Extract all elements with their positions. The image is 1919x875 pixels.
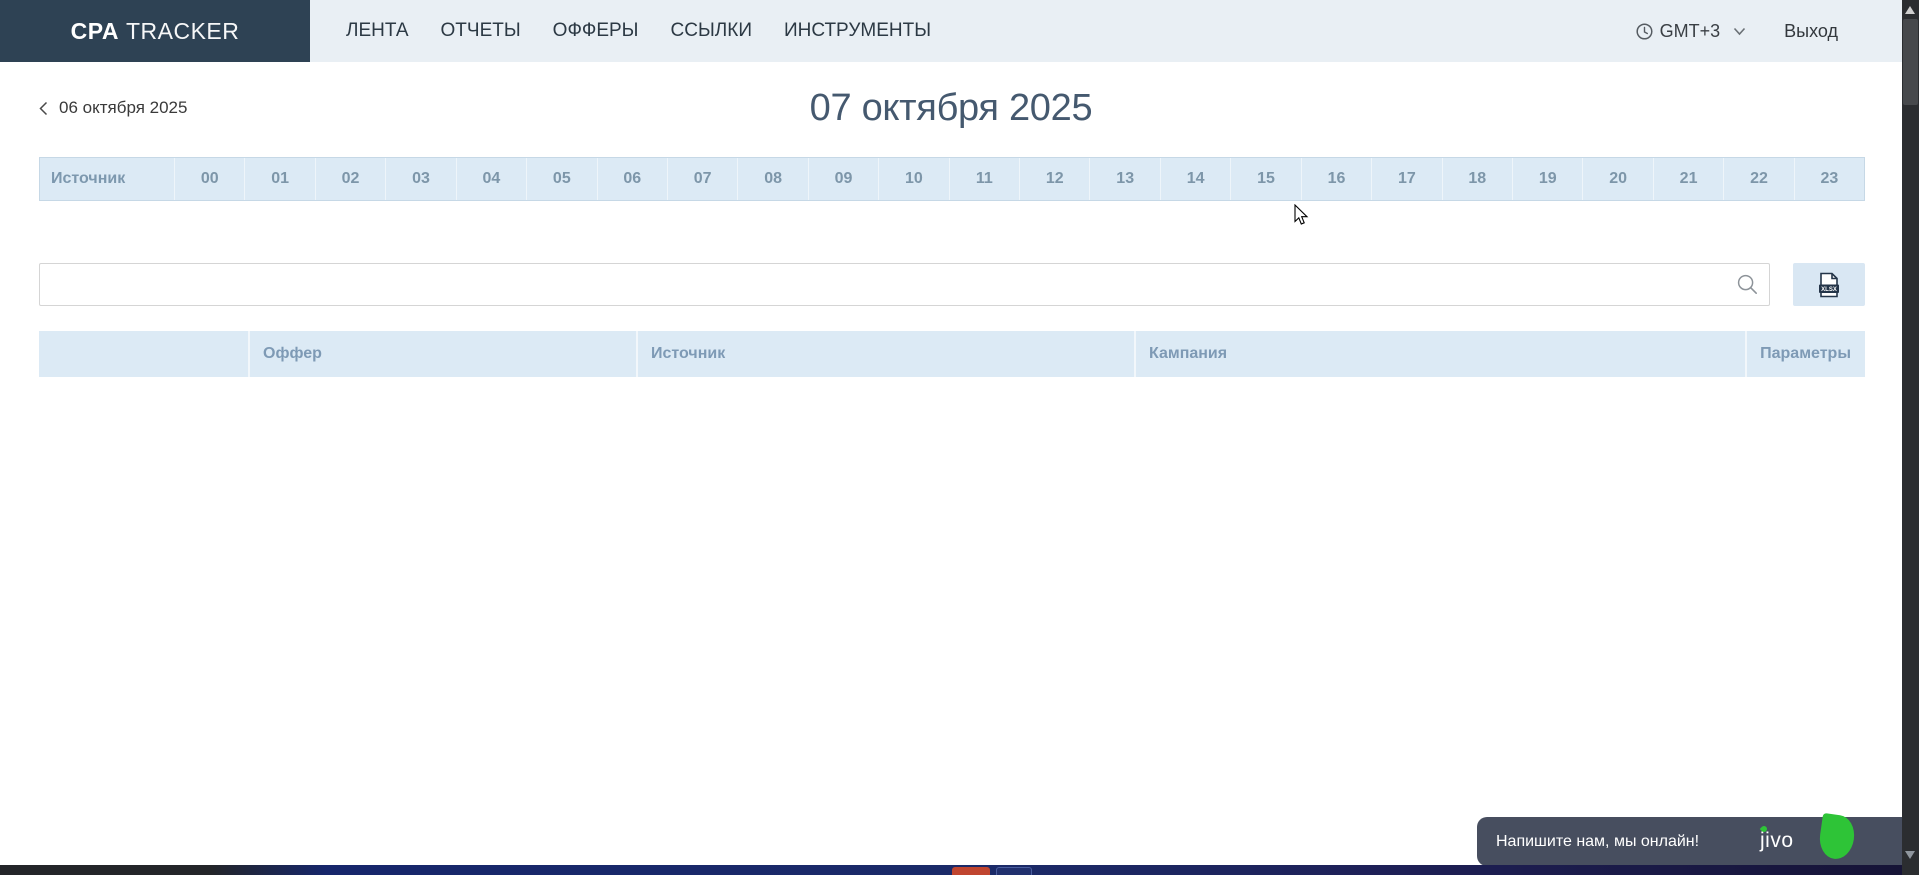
hourly-stats-header: Источник 0001020304050607080910111213141… <box>39 157 1865 201</box>
jivo-logo: jivo <box>1760 829 1794 853</box>
hour-column-23: 23 <box>1794 158 1864 200</box>
xlsx-export-button[interactable]: XLSX <box>1793 263 1865 306</box>
mouse-cursor <box>1294 204 1309 226</box>
chat-message: Напишите нам, мы онлайн! <box>1496 833 1699 851</box>
hour-column-05: 05 <box>526 158 596 200</box>
jivo-leaf-icon <box>1817 813 1857 861</box>
date-navigation: 06 октября 2025 07 октября 2025 <box>0 82 1902 134</box>
search-icon[interactable] <box>1737 274 1758 295</box>
hour-column-20: 20 <box>1582 158 1652 200</box>
hour-column-17: 17 <box>1371 158 1441 200</box>
hour-column-06: 06 <box>597 158 667 200</box>
hour-column-21: 21 <box>1653 158 1723 200</box>
nav-item-instrumenty[interactable]: ИНСТРУМЕНТЫ <box>784 20 931 42</box>
column-header-offer: Оффер <box>248 331 636 377</box>
hour-column-12: 12 <box>1019 158 1089 200</box>
page-title: 07 октября 2025 <box>0 82 1902 134</box>
timezone-label: GMT+3 <box>1660 21 1721 42</box>
column-header-source: Источник <box>636 331 1134 377</box>
hour-column-04: 04 <box>456 158 526 200</box>
nav-item-lenta[interactable]: ЛЕНТА <box>346 20 409 42</box>
browser-scrollbar[interactable] <box>1902 0 1919 875</box>
hour-column-14: 14 <box>1160 158 1230 200</box>
bottom-page-strip <box>0 865 1919 875</box>
hour-column-00: 00 <box>174 158 244 200</box>
hour-column-15: 15 <box>1230 158 1300 200</box>
hour-column-10: 10 <box>878 158 948 200</box>
search-bar <box>39 263 1770 306</box>
app-logo[interactable]: CPA TRACKER <box>0 0 310 62</box>
column-header-row-label <box>39 331 248 377</box>
hidden-outline-button-sliver <box>996 867 1032 875</box>
hour-column-07: 07 <box>667 158 737 200</box>
search-input[interactable] <box>39 263 1770 306</box>
scroll-down-arrow-icon[interactable] <box>1905 851 1915 859</box>
nav-item-offery[interactable]: ОФФЕРЫ <box>553 20 639 42</box>
source-column-label: Источник <box>40 158 174 200</box>
hour-column-13: 13 <box>1089 158 1159 200</box>
chevron-down-icon <box>1733 27 1746 36</box>
hour-column-11: 11 <box>949 158 1019 200</box>
hour-column-03: 03 <box>385 158 455 200</box>
scrollbar-thumb[interactable] <box>1903 19 1918 105</box>
logo-text-rest: TRACKER <box>126 18 239 45</box>
nav-item-otchety[interactable]: ОТЧЕТЫ <box>441 20 521 42</box>
column-header-params: Параметры <box>1745 331 1865 377</box>
logo-text-bold: CPA <box>71 18 119 45</box>
jivo-chat-widget[interactable]: Напишите нам, мы онлайн! jivo <box>1477 817 1902 866</box>
hour-column-19: 19 <box>1512 158 1582 200</box>
hour-column-22: 22 <box>1723 158 1793 200</box>
hour-column-18: 18 <box>1442 158 1512 200</box>
hour-column-16: 16 <box>1301 158 1371 200</box>
results-table-header: ОфферИсточникКампанияПараметры <box>39 331 1865 377</box>
hour-column-02: 02 <box>315 158 385 200</box>
column-header-campaign: Кампания <box>1134 331 1745 377</box>
main-menu: ЛЕНТА ОТЧЕТЫ ОФФЕРЫ ССЫЛКИ ИНСТРУМЕНТЫ <box>346 0 931 62</box>
hidden-red-button-sliver <box>952 867 990 875</box>
svg-text:XLSX: XLSX <box>1821 287 1837 293</box>
hour-column-09: 09 <box>808 158 878 200</box>
timezone-selector[interactable]: GMT+3 <box>1636 21 1747 42</box>
scroll-up-arrow-icon[interactable] <box>1905 6 1915 14</box>
clock-icon <box>1636 23 1653 40</box>
logout-button[interactable]: Выход <box>1784 21 1838 42</box>
navbar-right: GMT+3 Выход <box>1636 0 1902 62</box>
hour-column-01: 01 <box>244 158 314 200</box>
xlsx-file-icon: XLSX <box>1818 272 1840 298</box>
nav-item-ssylki[interactable]: ССЫЛКИ <box>671 20 752 42</box>
hour-column-08: 08 <box>737 158 807 200</box>
top-navbar: CPA TRACKER ЛЕНТА ОТЧЕТЫ ОФФЕРЫ ССЫЛКИ ИНСТР… <box>0 0 1902 62</box>
